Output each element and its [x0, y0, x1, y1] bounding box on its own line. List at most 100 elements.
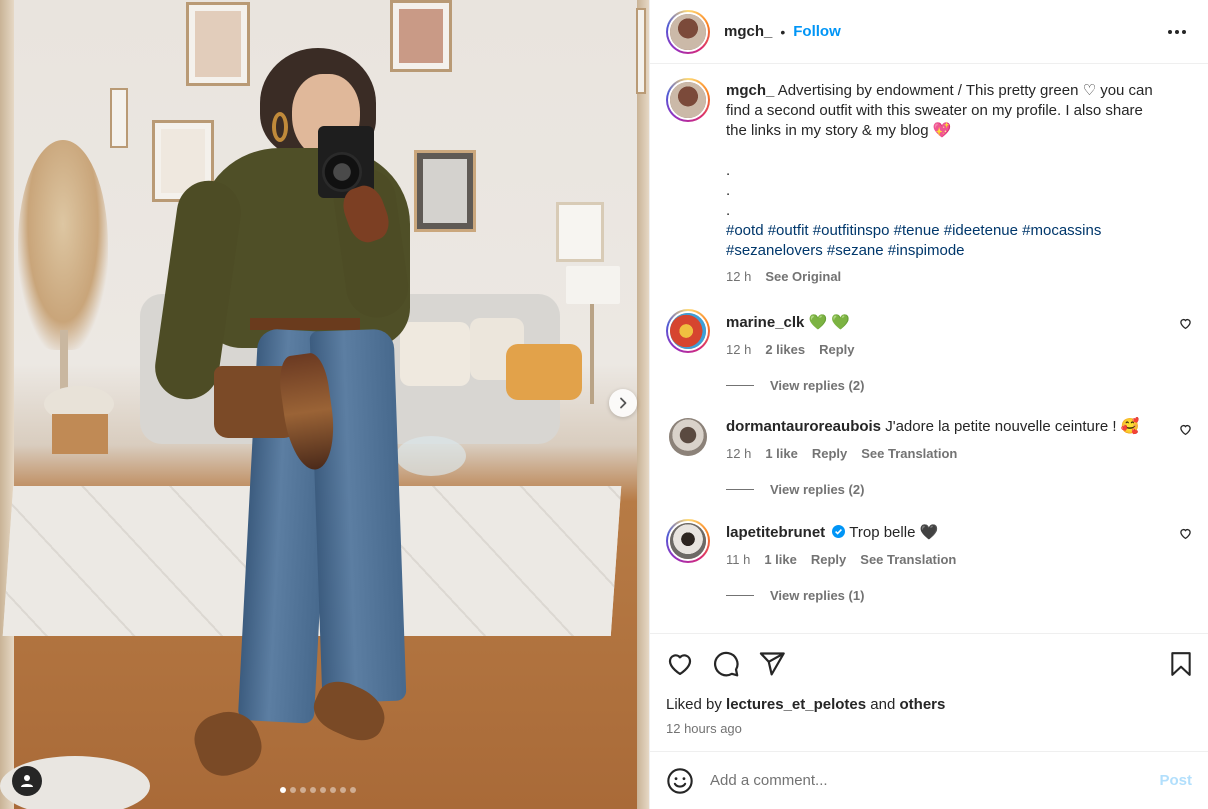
view-replies-label: View replies (2): [770, 482, 865, 497]
reply-button[interactable]: Reply: [819, 340, 854, 360]
comment-username[interactable]: lapetitebrunet: [726, 524, 825, 541]
comment-like-heart-icon[interactable]: [1179, 423, 1192, 436]
wall-frame-1: [186, 2, 250, 86]
share-icon: [759, 652, 785, 676]
more-options-button[interactable]: [1162, 24, 1192, 40]
comments-list[interactable]: mgch_ Advertising by endowment / This pr…: [650, 64, 1208, 633]
see-translation-button[interactable]: See Translation: [861, 444, 957, 464]
carousel-dot: [350, 787, 356, 793]
caption: mgch_ Advertising by endowment / This pr…: [666, 78, 1192, 287]
comment-avatar[interactable]: [666, 309, 710, 353]
post-timestamp[interactable]: 12 hours ago: [666, 721, 1192, 736]
hashtag-link[interactable]: #ideetenue: [944, 222, 1018, 239]
reply-button[interactable]: Reply: [812, 444, 847, 464]
hashtag-link[interactable]: #inspimode: [888, 242, 965, 259]
post-header: mgch_ • Follow: [650, 0, 1208, 64]
comment-input[interactable]: [710, 772, 1160, 789]
comment-likes[interactable]: 1 like: [764, 550, 797, 570]
lamp-shade: [566, 266, 620, 304]
post-dialog: mgch_ • Follow mgch_ Advertising by endo…: [0, 0, 1208, 809]
liked-by-prefix: Liked by: [666, 696, 722, 713]
heart-icon: [668, 654, 692, 676]
door-frame-left: [0, 0, 14, 809]
like-button[interactable]: [666, 650, 694, 678]
see-original-button[interactable]: See Original: [765, 267, 841, 287]
emoji-button[interactable]: [666, 767, 694, 795]
view-replies-button[interactable]: View replies (2): [726, 482, 1192, 497]
camera-lens: [322, 152, 362, 192]
view-replies-label: View replies (1): [770, 588, 865, 603]
comment-likes[interactable]: 2 likes: [765, 340, 805, 360]
wall-frame-4: [110, 88, 128, 148]
comment-likes[interactable]: 1 like: [765, 444, 798, 464]
comment-time: 11 h: [726, 552, 751, 567]
header-separator: •: [780, 23, 786, 40]
comment-item: marine_clk 💚 💚 12 h 2 likes Reply: [666, 309, 1192, 360]
carousel-dot: [300, 787, 306, 793]
author-username[interactable]: mgch_: [724, 23, 772, 40]
caption-dot-1: .: [726, 162, 731, 179]
tagged-users-button[interactable]: [12, 766, 42, 796]
reply-button[interactable]: Reply: [811, 550, 846, 570]
carousel-dot: [330, 787, 336, 793]
carousel-dot: [290, 787, 296, 793]
view-replies-label: View replies (2): [770, 378, 865, 393]
user-tag-icon: [21, 775, 33, 787]
comment-username[interactable]: marine_clk: [726, 314, 804, 331]
glass-table: [396, 436, 466, 476]
add-comment-bar: Post: [650, 751, 1208, 809]
comment-like-heart-icon[interactable]: [1179, 527, 1192, 540]
view-replies-button[interactable]: View replies (2): [726, 378, 1192, 393]
belt: [250, 318, 360, 330]
hashtag-link[interactable]: #ootd: [726, 222, 764, 239]
comment-username[interactable]: dormantauroreaubois: [726, 418, 881, 435]
carousel-dot: [280, 787, 286, 793]
carousel-dot: [310, 787, 316, 793]
follow-button[interactable]: Follow: [793, 23, 841, 40]
caption-dot-3: .: [726, 202, 731, 219]
comment-text: J'adore la petite nouvelle ceinture ! 🥰: [885, 418, 1140, 435]
hashtag-link[interactable]: #sezane: [827, 242, 884, 259]
chevron-right-icon: [620, 397, 627, 409]
hashtag-link[interactable]: #outfit: [768, 222, 809, 239]
share-button[interactable]: [758, 650, 786, 678]
wall-frame-5: [414, 150, 476, 232]
hashtag-link[interactable]: #mocassins: [1022, 222, 1101, 239]
see-translation-button[interactable]: See Translation: [860, 550, 956, 570]
save-button[interactable]: [1168, 651, 1194, 682]
comment-avatar[interactable]: [669, 418, 707, 456]
cushion-1: [400, 322, 470, 386]
pampas-grass: [18, 140, 108, 350]
comment-avatar[interactable]: [666, 519, 710, 563]
liked-by-and: and: [870, 696, 896, 713]
caption-avatar[interactable]: [666, 78, 710, 122]
caption-hashtags: #ootd #outfit #outfitinspo #tenue #ideet…: [726, 221, 1166, 261]
comment-text: Trop belle 🖤: [849, 524, 939, 541]
liked-by-user[interactable]: lectures_et_pelotes: [726, 696, 866, 713]
stool-legs: [52, 414, 108, 454]
liked-by: Liked by lectures_et_pelotes and others: [666, 696, 1192, 713]
author-avatar[interactable]: [666, 9, 710, 54]
comment-avatar-image: [669, 418, 707, 456]
comment-text: 💚 💚: [808, 314, 851, 331]
hashtag-link[interactable]: #outfitinspo: [813, 222, 890, 239]
post-photo[interactable]: [0, 0, 649, 809]
wall-frame-6: [556, 202, 604, 262]
caption-username[interactable]: mgch_: [726, 82, 774, 99]
hashtag-link[interactable]: #tenue: [894, 222, 940, 239]
post-sidebar: mgch_ • Follow mgch_ Advertising by endo…: [649, 0, 1208, 809]
comment-time: 12 h: [726, 446, 752, 461]
comment-time: 12 h: [726, 342, 752, 357]
comment-like-heart-icon[interactable]: [1179, 317, 1192, 330]
post-comment-button[interactable]: Post: [1159, 772, 1192, 789]
wall-frame-2: [390, 0, 452, 72]
caption-time: 12 h: [726, 269, 752, 284]
next-photo-button[interactable]: [609, 389, 637, 417]
carousel-dot: [340, 787, 346, 793]
liked-by-others[interactable]: others: [900, 696, 946, 713]
view-replies-button[interactable]: View replies (1): [726, 588, 1192, 603]
comment-button[interactable]: [712, 650, 740, 678]
bookmark-icon: [1171, 652, 1191, 676]
hashtag-link[interactable]: #sezanelovers: [726, 242, 823, 259]
comment-avatar-image: [670, 523, 706, 559]
